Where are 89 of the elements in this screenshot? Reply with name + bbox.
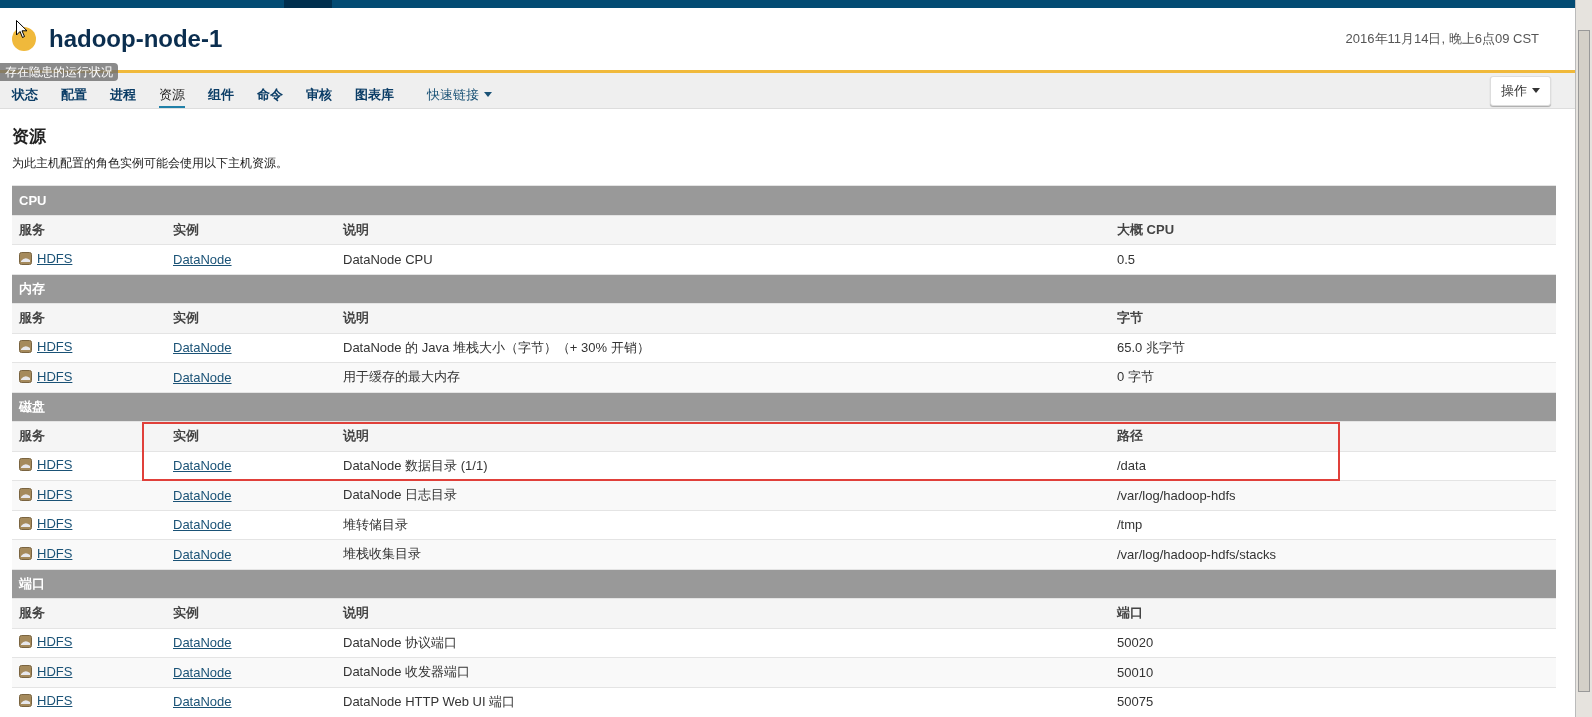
host-title: hadoop-node-1 bbox=[49, 25, 223, 53]
table-cell: 50020 bbox=[1117, 635, 1154, 651]
instance-link[interactable]: DataNode bbox=[173, 517, 232, 533]
scrollbar[interactable] bbox=[1575, 0, 1592, 717]
instance-link[interactable]: DataNode bbox=[173, 635, 232, 651]
nav-tab[interactable]: 审核 bbox=[306, 83, 332, 108]
service-icon bbox=[19, 517, 32, 531]
nav-tab[interactable]: 图表库 bbox=[355, 83, 394, 108]
table-cell: /var/log/hadoop-hdfs bbox=[1117, 487, 1236, 503]
column-header: 说明 bbox=[336, 598, 1110, 628]
column-header: 服务 bbox=[12, 421, 166, 451]
actions-button[interactable]: 操作 bbox=[1490, 75, 1551, 106]
table-cell: 50010 bbox=[1117, 664, 1154, 680]
service-icon bbox=[19, 458, 32, 472]
page-description: 为此主机配置的角色实例可能会使用以下主机资源。 bbox=[12, 155, 289, 172]
service-icon bbox=[19, 340, 32, 354]
column-header: 说明 bbox=[336, 215, 1110, 245]
table-cell: 堆栈收集目录 bbox=[343, 546, 421, 562]
service-link[interactable]: HDFS bbox=[37, 250, 73, 266]
instance-link[interactable]: DataNode bbox=[173, 487, 232, 503]
table-cell: 堆转储目录 bbox=[343, 516, 408, 532]
service-icon bbox=[19, 664, 32, 678]
service-link[interactable]: HDFS bbox=[37, 368, 73, 384]
nav-tab[interactable]: 状态 bbox=[12, 83, 38, 108]
timestamp: 2016年11月14日, 晚上6点09 CST bbox=[1345, 30, 1539, 48]
table-cell: 0.5 bbox=[1117, 251, 1136, 267]
caret-icon bbox=[1532, 88, 1540, 93]
table-cell: 0 字节 bbox=[1117, 369, 1154, 385]
instance-link[interactable]: DataNode bbox=[173, 369, 232, 385]
nav-tab[interactable]: 命令 bbox=[257, 83, 283, 108]
section-header: CPU bbox=[12, 185, 1556, 215]
column-header: 字节 bbox=[1110, 303, 1556, 333]
section-header: 内存 bbox=[12, 274, 1556, 304]
column-header: 路径 bbox=[1110, 421, 1556, 451]
table-cell: 50075 bbox=[1117, 694, 1154, 710]
service-icon bbox=[19, 369, 32, 383]
column-header: 实例 bbox=[166, 303, 336, 333]
column-header: 实例 bbox=[166, 598, 336, 628]
section-header: 磁盘 bbox=[12, 392, 1556, 422]
table-cell: /var/log/hadoop-hdfs/stacks bbox=[1117, 546, 1276, 562]
column-header: 大概 CPU bbox=[1110, 215, 1556, 245]
caret-icon bbox=[484, 92, 492, 97]
service-link[interactable]: HDFS bbox=[37, 693, 73, 709]
instance-link[interactable]: DataNode bbox=[173, 251, 232, 267]
service-link[interactable]: HDFS bbox=[37, 634, 73, 650]
quick-links-menu[interactable]: 快速链接 bbox=[427, 83, 492, 108]
table-cell: DataNode 的 Java 堆栈大小（字节）（+ 30% 开销） bbox=[343, 339, 650, 355]
column-header: 服务 bbox=[12, 215, 166, 245]
column-header: 说明 bbox=[336, 421, 1110, 451]
column-header: 端口 bbox=[1110, 598, 1556, 628]
column-header: 实例 bbox=[166, 215, 336, 245]
table-cell: /tmp bbox=[1117, 517, 1143, 533]
table-cell: /data bbox=[1117, 458, 1146, 474]
mouse-cursor-icon bbox=[16, 20, 28, 39]
nav-tab[interactable]: 组件 bbox=[208, 83, 234, 108]
service-icon bbox=[19, 635, 32, 649]
nav-tab[interactable]: 配置 bbox=[61, 83, 87, 108]
section-header: 端口 bbox=[12, 569, 1556, 599]
health-tooltip: 存在隐患的运行状况 bbox=[0, 63, 118, 81]
table-cell: DataNode 协议端口 bbox=[343, 634, 458, 650]
table-cell: 65.0 兆字节 bbox=[1117, 339, 1185, 355]
service-link[interactable]: HDFS bbox=[37, 516, 73, 532]
instance-link[interactable]: DataNode bbox=[173, 664, 232, 680]
service-link[interactable]: HDFS bbox=[37, 457, 73, 473]
service-icon bbox=[19, 251, 32, 265]
nav-tab[interactable]: 资源 bbox=[159, 83, 185, 108]
column-header: 实例 bbox=[166, 421, 336, 451]
column-header: 服务 bbox=[12, 598, 166, 628]
service-icon bbox=[19, 694, 32, 708]
page-title: 资源 bbox=[12, 126, 47, 148]
column-header: 服务 bbox=[12, 303, 166, 333]
column-header: 说明 bbox=[336, 303, 1110, 333]
instance-link[interactable]: DataNode bbox=[173, 340, 232, 356]
service-link[interactable]: HDFS bbox=[37, 486, 73, 502]
table-cell: DataNode CPU bbox=[343, 251, 433, 267]
table-cell: DataNode 数据目录 (1/1) bbox=[343, 457, 488, 473]
instance-link[interactable]: DataNode bbox=[173, 694, 232, 710]
table-cell: DataNode HTTP Web UI 端口 bbox=[343, 693, 516, 709]
service-link[interactable]: HDFS bbox=[37, 545, 73, 561]
instance-link[interactable]: DataNode bbox=[173, 546, 232, 562]
service-link[interactable]: HDFS bbox=[37, 339, 73, 355]
table-cell: DataNode 收发器端口 bbox=[343, 664, 471, 680]
instance-link[interactable]: DataNode bbox=[173, 458, 232, 474]
nav-tab[interactable]: 进程 bbox=[110, 83, 136, 108]
service-icon bbox=[19, 546, 32, 560]
table-cell: 用于缓存的最大内存 bbox=[343, 369, 460, 385]
table-cell: DataNode 日志目录 bbox=[343, 487, 458, 503]
service-link[interactable]: HDFS bbox=[37, 663, 73, 679]
service-icon bbox=[19, 487, 32, 501]
